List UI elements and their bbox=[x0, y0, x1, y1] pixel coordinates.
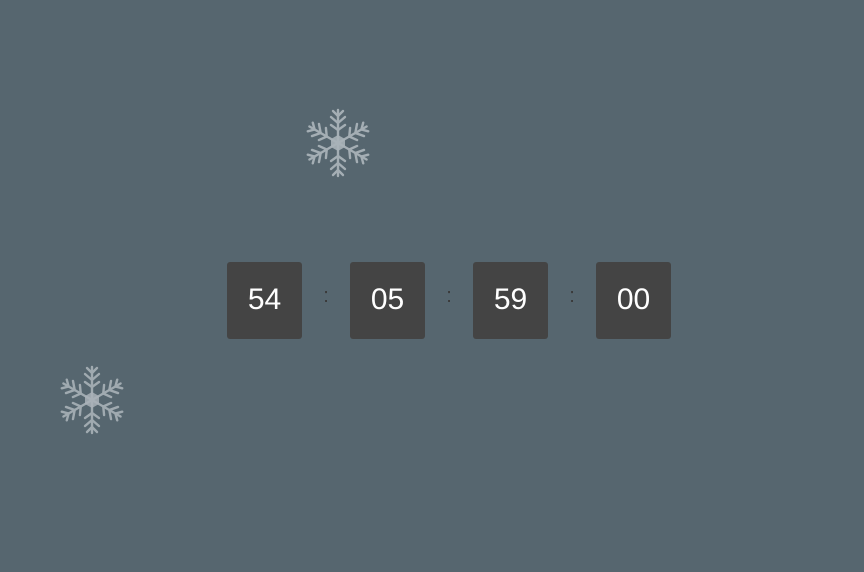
countdown-hours: 05 bbox=[350, 262, 425, 339]
snowflake-icon bbox=[56, 364, 128, 436]
countdown-seconds: 00 bbox=[596, 262, 671, 339]
countdown-minutes: 59 bbox=[473, 262, 548, 339]
countdown-separator: : bbox=[569, 285, 575, 307]
countdown-timer: 54 : 05 : 59 : 00 bbox=[227, 262, 671, 339]
countdown-separator: : bbox=[323, 285, 329, 307]
countdown-days: 54 bbox=[227, 262, 302, 339]
snowflake-icon bbox=[302, 107, 374, 179]
countdown-separator: : bbox=[446, 285, 452, 307]
